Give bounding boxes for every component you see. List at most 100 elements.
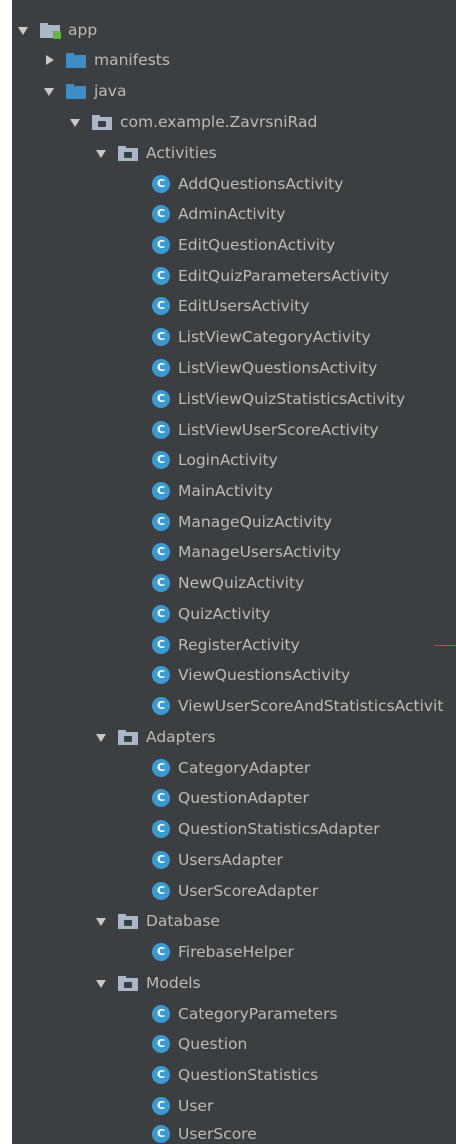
project-tree[interactable]: app manifests java com.example.ZavrsniRa… xyxy=(12,0,456,1144)
tree-node-database[interactable]: Database xyxy=(94,906,220,936)
tree-class-item[interactable]: C Question xyxy=(152,1029,247,1059)
tree-class-item[interactable]: C ListViewQuizStatisticsActivity xyxy=(152,384,405,414)
expand-right-arrow-icon[interactable] xyxy=(42,53,56,67)
tree-class-item[interactable]: C QuestionStatisticsAdapter xyxy=(152,814,380,844)
class-label: QuestionStatisticsAdapter xyxy=(178,820,380,838)
tree-class-item[interactable]: C UserScoreAdapter xyxy=(152,876,318,906)
class-icon: C xyxy=(152,1005,170,1023)
class-label: ViewUserScoreAndStatisticsActivit xyxy=(178,697,444,715)
class-icon: C xyxy=(152,236,170,254)
class-label: UserScoreAdapter xyxy=(178,882,319,900)
class-icon: C xyxy=(152,482,170,500)
tree-class-item[interactable]: C CategoryAdapter xyxy=(152,753,310,783)
class-icon: C xyxy=(152,636,170,654)
editor-guide-line xyxy=(435,645,456,646)
tree-node-label: com.example.ZavrsniRad xyxy=(120,113,318,131)
class-label: Question xyxy=(178,1035,248,1053)
class-label: FirebaseHelper xyxy=(178,943,294,961)
class-icon: C xyxy=(152,543,170,561)
class-label: ManageUsersActivity xyxy=(178,543,341,561)
left-edge-strip xyxy=(0,0,12,1144)
expand-down-arrow-icon[interactable] xyxy=(16,23,30,37)
class-icon: C xyxy=(152,1066,170,1084)
tree-node-label: Database xyxy=(146,912,220,930)
tree-node-app[interactable]: app xyxy=(16,15,97,45)
tree-node-java[interactable]: java xyxy=(42,76,126,106)
tree-class-item[interactable]: C MainActivity xyxy=(152,476,273,506)
class-label: ListViewUserScoreActivity xyxy=(178,421,379,439)
tree-class-item[interactable]: C User xyxy=(152,1091,213,1121)
class-label: MainActivity xyxy=(178,482,273,500)
expand-down-arrow-icon[interactable] xyxy=(94,146,108,160)
tree-class-item[interactable]: C EditQuizParametersActivity xyxy=(152,261,389,291)
class-label: LoginActivity xyxy=(178,451,278,469)
tree-node-label: Activities xyxy=(146,144,217,162)
class-label: ListViewQuestionsActivity xyxy=(178,359,378,377)
tree-node-label: manifests xyxy=(94,51,170,69)
tree-class-item[interactable]: C AdminActivity xyxy=(152,199,285,229)
class-label: EditUsersActivity xyxy=(178,297,310,315)
class-label: QuizActivity xyxy=(178,605,271,623)
class-label: ListViewCategoryActivity xyxy=(178,328,371,346)
class-icon: C xyxy=(152,789,170,807)
tree-class-item[interactable]: C ListViewUserScoreActivity xyxy=(152,415,379,445)
class-label: EditQuestionActivity xyxy=(178,236,336,254)
tree-class-item[interactable]: C ListViewQuestionsActivity xyxy=(152,353,377,383)
tree-node-adapters[interactable]: Adapters xyxy=(94,722,216,752)
tree-class-item[interactable]: C QuestionStatistics xyxy=(152,1060,318,1090)
tree-class-item[interactable]: C ViewQuestionsActivity xyxy=(152,660,350,690)
tree-node-package[interactable]: com.example.ZavrsniRad xyxy=(68,107,317,137)
tree-class-item[interactable]: C CategoryParameters xyxy=(152,999,338,1029)
class-icon: C xyxy=(152,882,170,900)
expand-down-arrow-icon[interactable] xyxy=(68,115,82,129)
tree-class-item[interactable]: C NewQuizActivity xyxy=(152,568,304,598)
tree-class-item[interactable]: C RegisterActivity xyxy=(152,630,300,660)
class-label: User xyxy=(178,1097,214,1115)
tree-class-item[interactable]: C EditQuestionActivity xyxy=(152,230,335,260)
class-label: CategoryAdapter xyxy=(178,759,311,777)
class-icon: C xyxy=(152,297,170,315)
tree-class-item[interactable]: C ListViewCategoryActivity xyxy=(152,322,371,352)
folder-icon xyxy=(66,52,86,68)
module-folder-icon xyxy=(40,22,61,39)
tree-class-item[interactable]: C QuestionAdapter xyxy=(152,783,309,813)
tree-class-item[interactable]: C UserScore xyxy=(152,1119,257,1144)
class-icon: C xyxy=(152,697,170,715)
tree-class-item[interactable]: C ViewUserScoreAndStatisticsActivit xyxy=(152,691,443,721)
class-icon: C xyxy=(152,421,170,439)
class-icon: C xyxy=(152,605,170,623)
class-label: ViewQuestionsActivity xyxy=(178,666,351,684)
tree-node-label: Models xyxy=(146,974,201,992)
tree-class-item[interactable]: C QuizActivity xyxy=(152,599,270,629)
tree-class-item[interactable]: C FirebaseHelper xyxy=(152,937,294,967)
class-icon: C xyxy=(152,1125,170,1143)
class-label: CategoryParameters xyxy=(178,1005,338,1023)
class-label: ListViewQuizStatisticsActivity xyxy=(178,390,406,408)
class-icon: C xyxy=(152,328,170,346)
tree-node-manifests[interactable]: manifests xyxy=(42,45,170,75)
class-icon: C xyxy=(152,943,170,961)
tree-class-item[interactable]: C ManageQuizActivity xyxy=(152,507,332,537)
class-label: EditQuizParametersActivity xyxy=(178,267,390,285)
class-label: AdminActivity xyxy=(178,205,286,223)
class-icon: C xyxy=(152,666,170,684)
tree-class-item[interactable]: C ManageUsersActivity xyxy=(152,537,341,567)
tree-class-item[interactable]: C EditUsersActivity xyxy=(152,291,309,321)
expand-down-arrow-icon[interactable] xyxy=(94,730,108,744)
class-icon: C xyxy=(152,1035,170,1053)
expand-down-arrow-icon[interactable] xyxy=(42,84,56,98)
expand-down-arrow-icon[interactable] xyxy=(94,914,108,928)
class-icon: C xyxy=(152,759,170,777)
class-icon: C xyxy=(152,359,170,377)
tree-node-models[interactable]: Models xyxy=(94,968,201,998)
tree-node-label: Adapters xyxy=(146,728,216,746)
tree-class-item[interactable]: C LoginActivity xyxy=(152,445,278,475)
class-icon: C xyxy=(152,390,170,408)
package-folder-icon xyxy=(92,114,112,130)
package-folder-icon xyxy=(118,145,138,161)
tree-class-item[interactable]: C AddQuestionsActivity xyxy=(152,169,343,199)
class-label: QuestionAdapter xyxy=(178,789,309,807)
tree-node-activities[interactable]: Activities xyxy=(94,138,217,168)
expand-down-arrow-icon[interactable] xyxy=(94,976,108,990)
tree-class-item[interactable]: C UsersAdapter xyxy=(152,845,283,875)
